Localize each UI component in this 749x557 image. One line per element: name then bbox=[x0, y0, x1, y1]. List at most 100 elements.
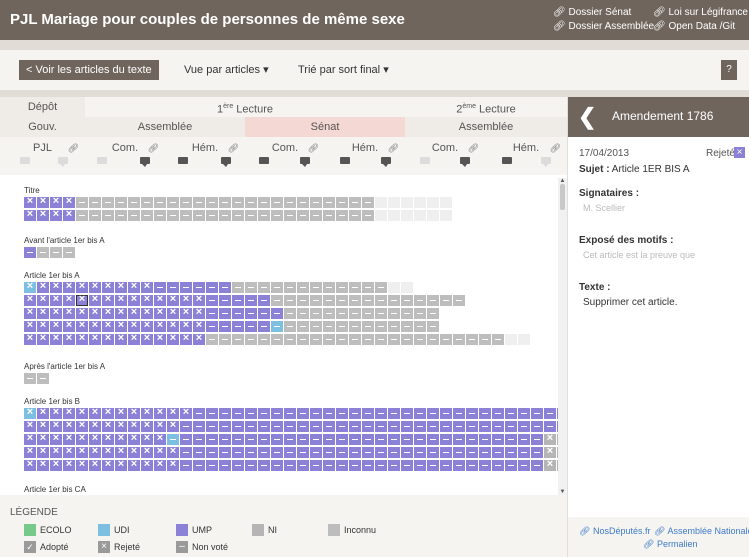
amendment-cell[interactable] bbox=[37, 306, 49, 319]
amendment-cell[interactable] bbox=[362, 460, 374, 471]
amendment-cell[interactable] bbox=[362, 447, 374, 458]
amendment-cell[interactable] bbox=[89, 406, 101, 419]
amendment-cell[interactable] bbox=[271, 421, 283, 432]
amendment-cell[interactable] bbox=[401, 408, 413, 419]
amendment-cell[interactable] bbox=[180, 210, 192, 221]
amendment-cell[interactable] bbox=[401, 421, 413, 432]
amendment-cell[interactable] bbox=[323, 460, 335, 471]
amendment-cell[interactable] bbox=[349, 295, 361, 306]
amendment-cell[interactable] bbox=[271, 295, 283, 306]
amendment-cell[interactable] bbox=[115, 332, 127, 345]
amendment-cell[interactable] bbox=[492, 421, 504, 432]
amendment-cell[interactable] bbox=[414, 434, 426, 445]
amendment-cell[interactable] bbox=[232, 460, 244, 471]
amendment-cell[interactable] bbox=[232, 308, 244, 319]
amendment-cell[interactable] bbox=[89, 419, 101, 432]
amendment-cell[interactable] bbox=[310, 282, 322, 293]
amendment-cell[interactable] bbox=[37, 406, 49, 419]
amendment-cell[interactable] bbox=[219, 282, 231, 293]
amendment-cell[interactable] bbox=[232, 210, 244, 221]
amendment-cell[interactable] bbox=[24, 247, 36, 258]
amendment-cell[interactable] bbox=[297, 334, 309, 345]
amendment-cell[interactable] bbox=[76, 197, 88, 208]
amendment-cell[interactable] bbox=[50, 445, 62, 458]
amendment-cell[interactable] bbox=[271, 334, 283, 345]
amendment-cell[interactable] bbox=[492, 334, 504, 345]
amendment-cell[interactable] bbox=[50, 195, 62, 208]
amendment-cell[interactable] bbox=[180, 197, 192, 208]
amendment-cell[interactable] bbox=[141, 406, 153, 419]
amendment-cell[interactable] bbox=[141, 197, 153, 208]
amendment-cell[interactable] bbox=[375, 434, 387, 445]
amendment-cell[interactable] bbox=[427, 447, 439, 458]
amendment-cell[interactable] bbox=[375, 295, 387, 306]
amendment-cell[interactable] bbox=[89, 332, 101, 345]
amendment-cell[interactable] bbox=[245, 295, 257, 306]
amendment-cell[interactable] bbox=[180, 460, 192, 471]
amendment-cell[interactable] bbox=[544, 432, 556, 445]
amendment-cell[interactable] bbox=[219, 308, 231, 319]
amendment-cell[interactable] bbox=[323, 447, 335, 458]
amendment-cell[interactable] bbox=[297, 210, 309, 221]
amendment-cell[interactable] bbox=[102, 406, 114, 419]
amendment-cell[interactable] bbox=[37, 247, 49, 258]
amendment-cell[interactable] bbox=[167, 458, 179, 471]
amendment-cell[interactable] bbox=[349, 197, 361, 208]
help-button[interactable]: ? bbox=[721, 60, 737, 80]
amendment-cell[interactable] bbox=[50, 306, 62, 319]
amendment-cell[interactable] bbox=[115, 319, 127, 332]
folder-icon[interactable] bbox=[20, 157, 30, 164]
amendment-cell[interactable] bbox=[388, 447, 400, 458]
amendment-cell[interactable] bbox=[349, 434, 361, 445]
amendment-cell[interactable] bbox=[167, 419, 179, 432]
amendment-cell[interactable] bbox=[440, 295, 452, 306]
amendment-cell[interactable] bbox=[505, 434, 517, 445]
amendment-cell[interactable] bbox=[323, 197, 335, 208]
amendment-cell[interactable] bbox=[37, 280, 49, 293]
amendment-cell[interactable] bbox=[297, 408, 309, 419]
amendment-cell[interactable] bbox=[245, 282, 257, 293]
amendment-cell[interactable] bbox=[206, 408, 218, 419]
amendment-cell[interactable] bbox=[323, 321, 335, 332]
amendment-cell[interactable] bbox=[271, 434, 283, 445]
folder-icon[interactable] bbox=[340, 157, 350, 164]
amendment-cell[interactable] bbox=[24, 406, 36, 419]
amendment-cell[interactable] bbox=[518, 447, 530, 458]
amendment-cell[interactable] bbox=[37, 419, 49, 432]
chevron-left-icon[interactable]: ❮ bbox=[578, 104, 596, 130]
amendment-cell[interactable] bbox=[388, 434, 400, 445]
amendments-grid[interactable]: Titre Avant l'article 1er bis A Article … bbox=[0, 178, 567, 495]
amendment-cell[interactable] bbox=[232, 434, 244, 445]
amendment-cell[interactable] bbox=[258, 308, 270, 319]
amendment-cell[interactable] bbox=[89, 458, 101, 471]
amendment-cell[interactable] bbox=[323, 434, 335, 445]
view-dropdown[interactable]: Vue par articles ▾ bbox=[184, 63, 269, 76]
amendment-cell[interactable] bbox=[297, 282, 309, 293]
amendment-cell[interactable] bbox=[414, 334, 426, 345]
amendment-cell[interactable] bbox=[453, 447, 465, 458]
comment-icon[interactable] bbox=[460, 157, 470, 167]
amendment-cell[interactable] bbox=[245, 210, 257, 221]
amendment-cell[interactable] bbox=[50, 319, 62, 332]
amendment-cell[interactable] bbox=[323, 408, 335, 419]
amendment-cell[interactable] bbox=[206, 295, 218, 306]
amendment-cell[interactable] bbox=[310, 434, 322, 445]
amendment-cell[interactable] bbox=[219, 421, 231, 432]
amendment-cell[interactable] bbox=[128, 458, 140, 471]
amendment-cell[interactable] bbox=[63, 293, 75, 306]
amendment-cell[interactable] bbox=[258, 210, 270, 221]
amendment-cell[interactable] bbox=[141, 445, 153, 458]
amendment-cell[interactable] bbox=[401, 447, 413, 458]
amendment-cell[interactable] bbox=[271, 321, 283, 332]
amendment-cell[interactable] bbox=[50, 432, 62, 445]
amendment-cell[interactable] bbox=[245, 321, 257, 332]
amendment-cell[interactable] bbox=[141, 210, 153, 221]
amendment-cell[interactable] bbox=[505, 408, 517, 419]
amendment-cell[interactable] bbox=[206, 321, 218, 332]
amendment-cell[interactable] bbox=[284, 460, 296, 471]
amendment-cell[interactable] bbox=[167, 434, 179, 445]
amendment-cell[interactable] bbox=[115, 419, 127, 432]
amendment-cell[interactable] bbox=[154, 432, 166, 445]
amendment-cell[interactable] bbox=[258, 460, 270, 471]
amendment-cell[interactable] bbox=[63, 306, 75, 319]
